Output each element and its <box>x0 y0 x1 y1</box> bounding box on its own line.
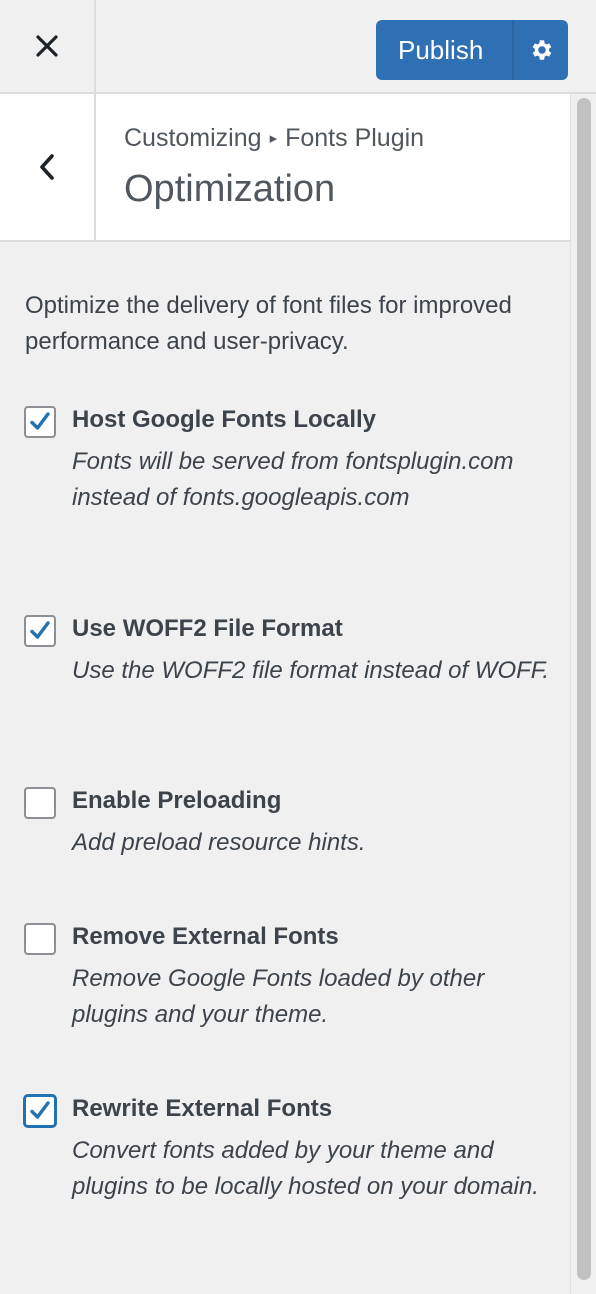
section-header: Customizing ▸ Fonts Plugin Optimization <box>0 94 570 242</box>
scrollbar-thumb[interactable] <box>577 98 591 1280</box>
option-label[interactable]: Enable Preloading <box>72 787 281 815</box>
publish-settings-button[interactable] <box>514 37 568 63</box>
option-label[interactable]: Remove External Fonts <box>72 923 339 951</box>
back-button[interactable] <box>0 94 96 240</box>
section-description: Optimize the delivery of font files for … <box>25 292 512 355</box>
checkbox-remove-external-fonts[interactable] <box>24 923 56 955</box>
publish-label: Publish <box>398 34 484 65</box>
close-icon <box>36 35 58 57</box>
option-description: Add preload resource hints. <box>72 829 366 856</box>
breadcrumb-child: Fonts Plugin <box>285 124 425 152</box>
page-title: Optimization <box>124 168 336 210</box>
option-description: Remove Google Fonts loaded by other plug… <box>72 965 485 1028</box>
section-content: Optimize the delivery of font files for … <box>0 242 570 1294</box>
close-button[interactable] <box>0 0 96 92</box>
option-label[interactable]: Rewrite External Fonts <box>72 1095 332 1123</box>
breadcrumb-separator: ▸ <box>269 130 278 147</box>
option-label[interactable]: Use WOFF2 File Format <box>72 615 343 643</box>
checkbox-rewrite-external-fonts[interactable] <box>24 1095 56 1127</box>
checkbox-host-google-fonts-locally[interactable] <box>24 406 56 438</box>
chevron-left-icon <box>40 154 54 180</box>
checkbox-use-woff2[interactable] <box>24 615 56 647</box>
breadcrumb-parent: Customizing <box>124 124 262 152</box>
option-description: Convert fonts added by your theme and pl… <box>72 1137 539 1200</box>
checkmark-icon <box>30 412 50 430</box>
publish-button[interactable]: Publish <box>376 20 568 80</box>
checkmark-icon <box>30 621 50 639</box>
option-description: Use the WOFF2 file format instead of WOF… <box>72 657 550 684</box>
checkbox-enable-preloading[interactable] <box>24 787 56 819</box>
scrollbar[interactable] <box>570 94 596 1294</box>
checkmark-icon <box>30 1101 50 1119</box>
breadcrumb: Customizing ▸ Fonts Plugin <box>124 124 424 153</box>
option-description: Fonts will be served from fontsplugin.co… <box>72 448 514 511</box>
customizer-topbar: Publish <box>0 0 596 94</box>
option-label[interactable]: Host Google Fonts Locally <box>72 406 376 434</box>
gear-icon <box>532 40 552 60</box>
